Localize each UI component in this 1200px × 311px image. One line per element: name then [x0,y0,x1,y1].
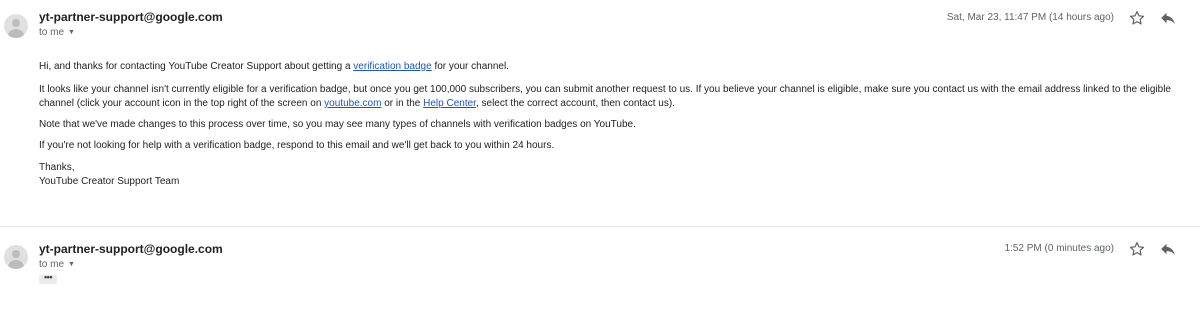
body-paragraph-4: If you're not looking for help with a ve… [39,140,555,151]
reply-icon[interactable] [1159,240,1177,258]
sender-email: yt-partner-support@google.com [39,10,223,24]
help-center-link[interactable]: Help Center [423,98,476,109]
avatar-icon [4,245,28,269]
email-message-1: yt-partner-support@google.com to me ▼ Sat… [0,0,1200,227]
reply-icon[interactable] [1159,9,1177,27]
recipient-label: to me [39,27,65,38]
sender-email: yt-partner-support@google.com [39,242,223,256]
chevron-down-icon: ▼ [68,261,75,268]
chevron-down-icon: ▼ [68,29,75,36]
email-message-2: yt-partner-support@google.com to me ▼ 1:5… [0,227,1200,311]
message-timestamp: Sat, Mar 23, 11:47 PM (14 hours ago) [946,12,1114,23]
message-timestamp: 1:52 PM (0 minutes ago) [1004,243,1115,254]
show-trimmed-content-button[interactable]: ••• [39,273,57,284]
star-icon[interactable] [1128,9,1146,27]
body-paragraph-1: Hi, and thanks for contacting YouTube Cr… [39,61,509,72]
message-body: Hi, and thanks for contacting YouTube Cr… [39,60,1189,189]
avatar-icon [4,14,28,38]
signature: Thanks, YouTube Creator Support Team [39,161,1189,189]
signature-line-2: YouTube Creator Support Team [39,176,180,187]
body-paragraph-2: It looks like your channel isn't current… [39,84,1171,109]
recipient-details-toggle[interactable]: to me ▼ [39,27,75,38]
signature-line-1: Thanks, [39,162,75,173]
verification-badge-link[interactable]: verification badge [353,61,431,72]
youtube-link[interactable]: youtube.com [324,98,381,109]
body-paragraph-3: Note that we've made changes to this pro… [39,119,636,130]
recipient-details-toggle[interactable]: to me ▼ [39,259,75,270]
star-icon[interactable] [1128,240,1146,258]
recipient-label: to me [39,259,65,270]
